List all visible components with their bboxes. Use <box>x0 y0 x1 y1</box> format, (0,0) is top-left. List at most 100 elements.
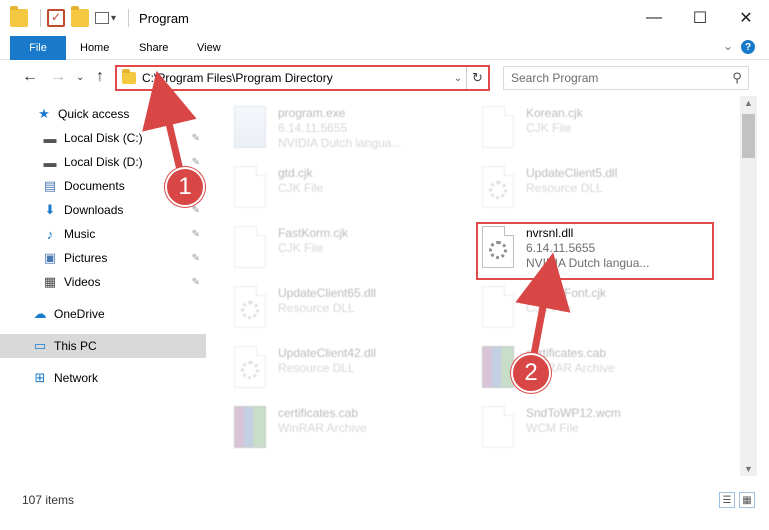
folder-icon <box>122 69 136 84</box>
search-box[interactable]: Search Program ⚲ <box>503 66 749 90</box>
close-button[interactable]: ✕ <box>723 0 769 36</box>
file-type: Resource DLL <box>278 361 355 375</box>
search-input[interactable]: Search Program <box>504 71 726 85</box>
sidebar-item-this-pc[interactable]: ▭ This PC <box>0 334 206 358</box>
file-type: CJK File <box>526 121 572 135</box>
pin-icon[interactable]: ✎ <box>192 133 200 144</box>
title-divider <box>128 9 130 27</box>
sidebar-item-label: Network <box>54 371 99 385</box>
file-name: FastKorm.cjk <box>278 226 349 240</box>
window-title: Program <box>139 10 189 26</box>
step-2-callout: 2 <box>511 353 551 393</box>
address-dropdown-icon[interactable]: ⌄ <box>450 73 466 84</box>
file-type: Resource DLL <box>278 301 355 315</box>
search-icon[interactable]: ⚲ <box>726 70 748 86</box>
sidebar-item-label: Pictures <box>64 251 108 265</box>
scrollbar-thumb[interactable] <box>742 114 755 158</box>
tab-share[interactable]: Share <box>139 36 168 60</box>
ribbon-expand-icon[interactable]: ⌄ <box>723 39 733 53</box>
properties-icon[interactable] <box>47 9 65 27</box>
dll-file-icon <box>234 286 266 328</box>
sidebar-item-network[interactable]: ⊞ Network <box>0 366 206 390</box>
sidebar-item-pictures[interactable]: ▣ Pictures ✎ <box>0 246 206 270</box>
file-description: NVIDIA Dutch langua... <box>278 136 402 150</box>
file-name: gtd.cjk <box>278 166 313 180</box>
file-item[interactable]: gtd.cjk CJK File <box>234 166 464 222</box>
step-1-callout: 1 <box>165 167 205 207</box>
recent-locations-icon[interactable]: ⌄ <box>76 72 84 83</box>
file-name: UpdateClient42.dll <box>278 346 377 360</box>
navigation-bar: ← → ⌄ ↑ C:\Program Files\Program Directo… <box>0 60 769 96</box>
file-type: CJK File <box>278 181 324 195</box>
tab-view[interactable]: View <box>197 36 221 60</box>
file-item[interactable]: SndToWP12.wcm WCM File <box>482 406 712 462</box>
refresh-icon[interactable]: ↻ <box>466 67 488 89</box>
sidebar-item-label: Local Disk (C:) <box>64 131 143 145</box>
file-icon <box>482 286 514 328</box>
file-type: CJK File <box>278 241 324 255</box>
details-view-icon[interactable]: ☰ <box>719 492 735 508</box>
sidebar-item-music[interactable]: ♪ Music ✎ <box>0 222 206 246</box>
pin-icon[interactable]: ✎ <box>192 277 200 288</box>
drive-icon: ▬ <box>43 130 57 146</box>
file-icon <box>234 166 266 208</box>
toolbar-divider <box>40 9 41 27</box>
title-bar: ▾ Program — ☐ ✕ <box>0 0 769 36</box>
file-item[interactable]: UpdateClient42.dll Resource DLL <box>234 346 464 402</box>
sidebar-item-local-disk-c[interactable]: ▬ Local Disk (C:) ✎ <box>0 126 206 150</box>
forward-button[interactable]: → <box>50 68 66 86</box>
videos-icon: ▦ <box>43 274 57 289</box>
customize-toolbar-icon[interactable] <box>95 12 109 24</box>
file-item[interactable]: Korean.cjk CJK File <box>482 106 712 162</box>
help-icon[interactable]: ? <box>741 40 755 54</box>
address-bar[interactable]: C:\Program Files\Program Directory ⌄ ↻ <box>115 65 490 91</box>
file-item[interactable]: certificates.cab WinRAR Archive <box>234 406 464 462</box>
file-item[interactable]: DefaultFont.cjk CJK File <box>482 286 712 342</box>
file-version: 6.14.11.5655 <box>278 121 348 135</box>
view-switcher: ☰ ▦ <box>719 492 755 508</box>
new-folder-icon[interactable] <box>71 6 89 27</box>
window-controls: — ☐ ✕ <box>631 0 769 36</box>
status-bar: 107 items ☰ ▦ <box>0 488 769 512</box>
file-icon <box>482 106 514 148</box>
sidebar-item-quick-access[interactable]: ★ Quick access <box>0 102 206 126</box>
file-item[interactable]: UpdateClient5.dll Resource DLL <box>482 166 712 222</box>
pin-icon[interactable]: ✎ <box>192 205 200 216</box>
file-type: WCM File <box>526 421 579 435</box>
folder-icon[interactable] <box>10 6 28 27</box>
file-item[interactable]: UpdateClient65.dll Resource DLL <box>234 286 464 342</box>
file-name: SndToWP12.wcm <box>526 406 621 420</box>
sidebar-item-label: Documents <box>64 179 125 193</box>
cloud-icon: ☁ <box>33 306 47 321</box>
tab-home[interactable]: Home <box>80 36 109 60</box>
file-icon <box>234 226 266 268</box>
star-icon: ★ <box>38 106 50 121</box>
archive-icon <box>234 406 266 448</box>
minimize-button[interactable]: — <box>631 0 677 36</box>
application-icon <box>234 106 266 148</box>
address-path[interactable]: C:\Program Files\Program Directory <box>142 71 450 85</box>
file-item[interactable]: program.exe 6.14.11.5655 NVIDIA Dutch lang… <box>234 106 464 162</box>
scroll-up-icon[interactable]: ▲ <box>744 98 753 108</box>
sidebar-item-videos[interactable]: ▦ Videos ✎ <box>0 270 206 294</box>
file-icon <box>482 406 514 448</box>
tiles-view-icon[interactable]: ▦ <box>739 492 755 508</box>
file-name: DefaultFont.cjk <box>526 286 607 300</box>
file-type: Resource DLL <box>526 181 603 195</box>
sidebar-item-label: Music <box>64 227 96 241</box>
maximize-button[interactable]: ☐ <box>677 0 723 36</box>
vertical-scrollbar[interactable]: ▲ ▼ <box>740 96 757 476</box>
up-button[interactable]: ↑ <box>96 68 104 86</box>
archive-icon <box>482 346 514 388</box>
music-icon: ♪ <box>46 226 54 242</box>
sidebar-item-onedrive[interactable]: ☁ OneDrive <box>0 302 206 326</box>
back-button[interactable]: ← <box>22 68 38 86</box>
pin-icon[interactable]: ✎ <box>192 229 200 240</box>
sidebar-item-label: This PC <box>54 339 97 353</box>
customize-dropdown-icon[interactable]: ▾ <box>111 13 116 24</box>
file-item[interactable]: FastKorm.cjk CJK File <box>234 226 464 282</box>
scroll-down-icon[interactable]: ▼ <box>744 464 753 474</box>
pin-icon[interactable]: ✎ <box>192 253 200 264</box>
tab-file[interactable]: File <box>10 36 66 60</box>
pin-icon[interactable]: ✎ <box>192 157 200 168</box>
